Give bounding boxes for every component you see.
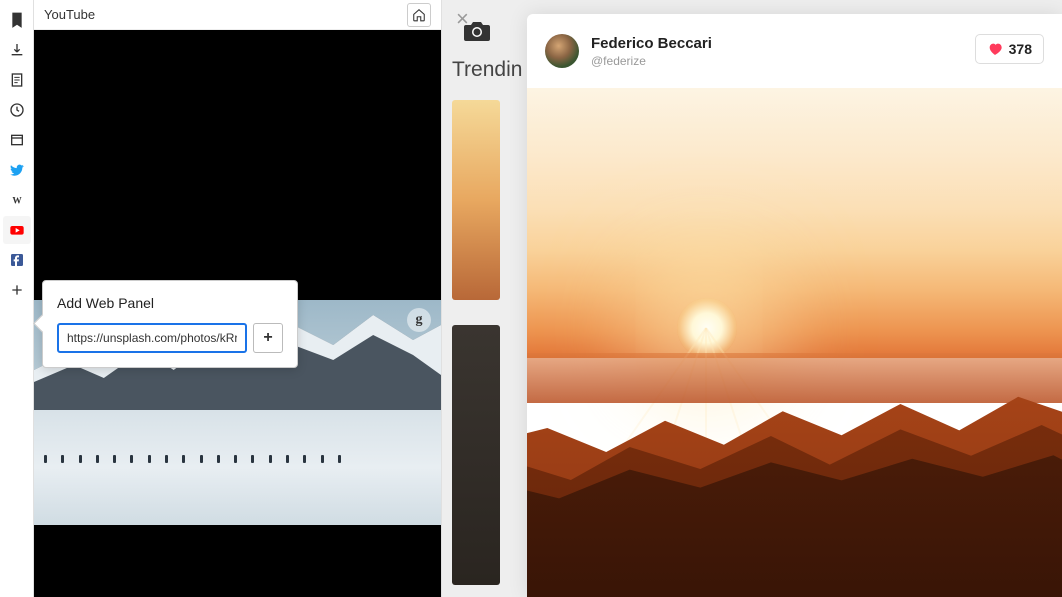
download-icon (9, 42, 25, 58)
like-count: 378 (1009, 41, 1032, 57)
youtube-icon (9, 222, 25, 238)
popover-title: Add Web Panel (57, 295, 283, 311)
facebook-icon (9, 252, 25, 268)
avatar[interactable] (545, 34, 579, 68)
sidebar-item-downloads[interactable] (3, 36, 31, 64)
sidebar-item-twitter[interactable] (3, 156, 31, 184)
background-thumb (452, 100, 500, 300)
card-header: Federico Beccari @federize 378 (527, 14, 1062, 88)
svg-text:W: W (12, 196, 22, 206)
add-panel-button[interactable]: + (253, 323, 283, 353)
close-icon[interactable]: × (456, 8, 469, 30)
sidebar-item-facebook[interactable] (3, 246, 31, 274)
history-icon (9, 102, 25, 118)
sidebar-item-notes[interactable] (3, 66, 31, 94)
notes-icon (9, 72, 25, 88)
like-button[interactable]: 378 (975, 34, 1044, 64)
guardian-watermark-icon: g (407, 308, 431, 332)
panel-title: YouTube (44, 7, 95, 22)
author-handle: @federize (591, 54, 712, 68)
sidebar-item-history[interactable] (3, 96, 31, 124)
sidebar-item-bookmarks[interactable] (3, 6, 31, 34)
sidebar-item-window[interactable] (3, 126, 31, 154)
photo-card: Federico Beccari @federize 378 (527, 14, 1062, 597)
home-icon (412, 8, 426, 22)
web-panel-url-input[interactable] (57, 323, 247, 353)
panel-home-button[interactable] (407, 3, 431, 27)
sidebar: W (0, 0, 34, 597)
sidebar-item-youtube[interactable] (3, 216, 31, 244)
photo-image[interactable] (527, 88, 1062, 597)
background-thumb (452, 325, 500, 585)
heart-icon (987, 41, 1003, 57)
trending-heading: Trendin (452, 58, 522, 82)
twitter-icon (9, 162, 25, 178)
main-content: × Trendin Federico Beccari @federize 378 (442, 0, 1062, 597)
panel-header: YouTube (34, 0, 441, 30)
author-name: Federico Beccari (591, 35, 712, 52)
author-block[interactable]: Federico Beccari @federize (591, 35, 712, 68)
wikipedia-icon: W (9, 192, 25, 208)
window-icon (9, 132, 25, 148)
bookmark-icon (9, 12, 25, 28)
sidebar-item-add[interactable] (3, 276, 31, 304)
sidebar-item-wikipedia[interactable]: W (3, 186, 31, 214)
add-web-panel-popover: Add Web Panel + (42, 280, 298, 368)
plus-icon (9, 282, 25, 298)
